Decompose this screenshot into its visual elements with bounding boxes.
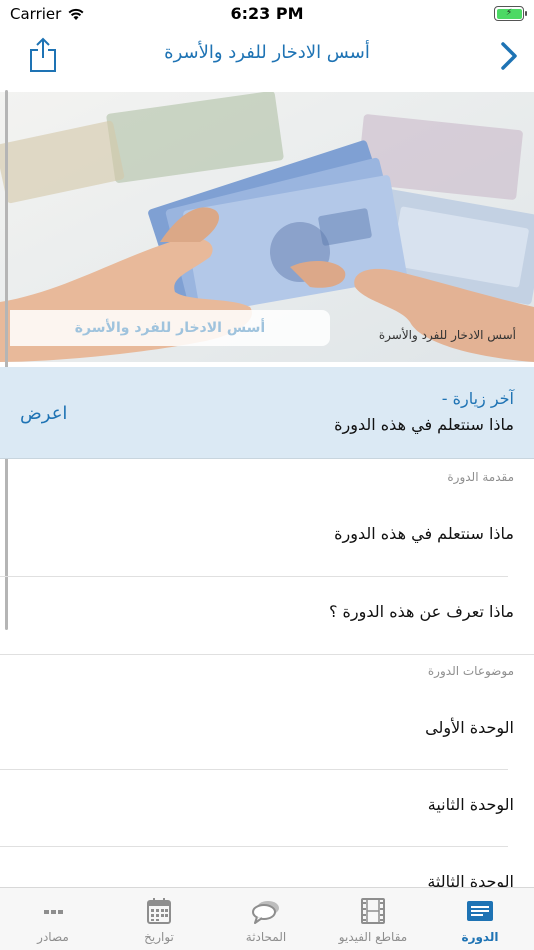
list-item-label: ماذا تعرف عن هذه الدورة ؟ <box>328 602 514 621</box>
list-item-label: الوحدة الأولى <box>425 718 514 737</box>
tab-label: مقاطع الفيديو <box>338 930 408 944</box>
list-item[interactable]: ماذا سنتعلم في هذه الدورة <box>0 498 534 576</box>
tab-label: تواريخ <box>144 930 174 944</box>
more-icon <box>44 910 63 914</box>
tab-videos[interactable]: مقاطع الفيديو <box>320 888 426 950</box>
list-item[interactable]: الوحدة الأولى <box>0 692 534 770</box>
tab-bar: الدورة مقاطع الفيديو المحادثة تواريخ مصا… <box>0 887 534 950</box>
chat-icon <box>252 901 279 924</box>
tab-label: الدورة <box>461 930 499 944</box>
separator <box>0 654 534 655</box>
share-icon[interactable] <box>28 36 58 74</box>
page-title: أسس الادخار للفرد والأسرة <box>164 42 370 63</box>
list-item-label: الوحدة الثانية <box>427 795 514 814</box>
hero-caption: أسس الادخار للفرد والأسرة <box>378 328 516 342</box>
list-item[interactable]: الوحدة الثانية <box>0 769 534 847</box>
tab-course[interactable]: الدورة <box>427 888 533 950</box>
last-visit-title: آخر زيارة - <box>441 389 514 408</box>
tab-label: مصادر <box>37 930 69 944</box>
navigation-bar: أسس الادخار للفرد والأسرة <box>0 28 534 84</box>
section-header-topics: موضوعات الدورة <box>427 664 514 678</box>
last-visit-row[interactable]: آخر زيارة - ماذا سنتعلم في هذه الدورة اع… <box>0 367 534 459</box>
chevron-right-icon[interactable] <box>498 40 520 72</box>
battery-charging-icon: ⚡ <box>496 8 522 19</box>
list-item-label: ماذا سنتعلم في هذه الدورة <box>334 524 514 543</box>
section-header-intro: مقدمة الدورة <box>447 470 514 484</box>
course-icon <box>467 901 493 921</box>
calendar-icon <box>147 898 171 924</box>
hero-banner: أسس الادخار للفرد والأسرة <box>10 310 330 346</box>
film-icon <box>361 898 385 924</box>
tab-dates[interactable]: تواريخ <box>106 888 212 950</box>
tab-resources[interactable]: مصادر <box>0 888 106 950</box>
view-button[interactable]: اعرض <box>20 403 67 424</box>
list-item[interactable]: ماذا تعرف عن هذه الدورة ؟ <box>0 576 534 654</box>
status-bar: Carrier 6:23 PM ⚡ <box>0 0 534 28</box>
status-time: 6:23 PM <box>230 4 304 23</box>
tab-chat[interactable]: المحادثة <box>213 888 319 950</box>
tab-label: المحادثة <box>245 930 287 944</box>
last-visit-lesson: ماذا سنتعلم في هذه الدورة <box>334 415 514 434</box>
battery-icon: ⚡ <box>494 6 527 21</box>
